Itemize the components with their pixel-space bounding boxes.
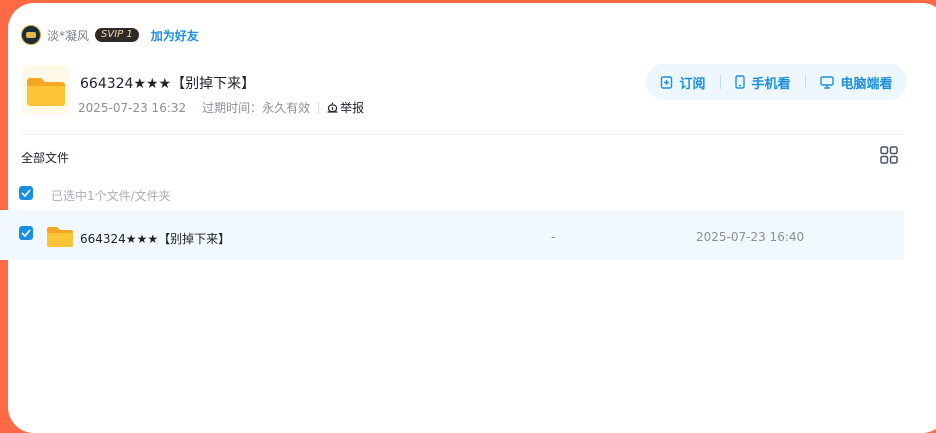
folder-icon <box>22 65 70 115</box>
share-title: 664324★★★【别掉下来】 <box>80 76 256 92</box>
report-button[interactable]: 举报 <box>327 99 364 116</box>
subscribe-button[interactable]: 订阅 <box>660 73 706 92</box>
created-time: 2025-07-23 16:32 <box>78 100 187 115</box>
checkbox-checked-icon <box>21 229 31 237</box>
username[interactable]: 淡*凝风 <box>47 27 89 44</box>
checkbox-checked-icon <box>21 189 31 197</box>
action-bar: 订阅 手机看 电脑端看 <box>646 64 907 100</box>
divider <box>22 134 904 135</box>
pc-view-button[interactable]: 电脑端看 <box>820 73 892 92</box>
grid-view-icon <box>880 146 898 164</box>
avatar[interactable] <box>21 25 41 45</box>
vip-badge: SVIP 1 <box>95 28 139 42</box>
report-icon <box>327 102 338 113</box>
user-bar: 淡*凝风 SVIP 1 加为好友 <box>21 24 199 46</box>
subscribe-icon <box>661 75 673 89</box>
divider <box>804 75 806 89</box>
expire-value: 永久有效 <box>262 101 311 115</box>
divider <box>719 75 721 89</box>
add-friend-link[interactable]: 加为好友 <box>151 27 199 44</box>
row-checkbox[interactable] <box>19 226 33 240</box>
monitor-icon <box>820 75 835 89</box>
mobile-view-button[interactable]: 手机看 <box>735 73 790 92</box>
select-all-checkbox[interactable] <box>19 186 33 200</box>
file-name[interactable]: 664324★★★【别掉下来】 <box>80 230 230 247</box>
file-date: 2025-07-23 16:40 <box>696 230 805 244</box>
grid-view-button[interactable] <box>880 146 898 164</box>
phone-icon <box>735 75 746 89</box>
divider <box>318 101 320 114</box>
report-label: 举报 <box>340 101 365 115</box>
pc-view-label: 电脑端看 <box>840 76 893 92</box>
file-size: - <box>551 230 556 244</box>
share-meta: 2025-07-23 16:32 过期时间： 永久有效 举报 <box>78 99 364 116</box>
expire-label: 过期时间： <box>202 101 263 115</box>
subscribe-label: 订阅 <box>679 76 706 92</box>
mobile-view-label: 手机看 <box>751 76 791 92</box>
breadcrumb[interactable]: 全部文件 <box>21 149 69 166</box>
selected-info: 已选中1个文件/文件夹 <box>51 189 171 203</box>
folder-icon <box>47 225 73 247</box>
